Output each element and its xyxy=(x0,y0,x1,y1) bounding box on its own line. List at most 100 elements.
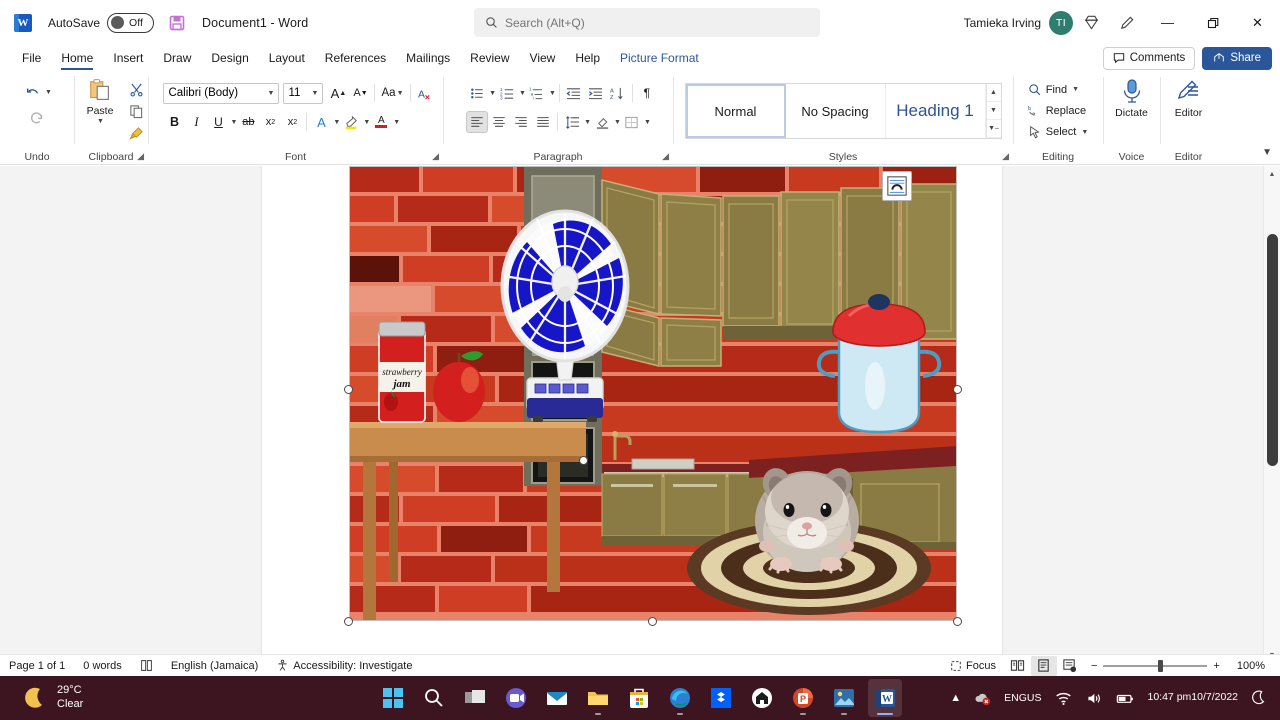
word-count[interactable]: 0 words xyxy=(74,655,131,677)
zoom-level[interactable]: 100% xyxy=(1228,655,1274,677)
superscript-button[interactable]: x2 xyxy=(281,111,303,133)
resize-handle-bottom-left[interactable] xyxy=(344,617,353,626)
tab-mailings[interactable]: Mailings xyxy=(396,45,460,71)
tab-file[interactable]: File xyxy=(12,45,51,71)
start-button[interactable] xyxy=(376,679,410,717)
underline-button[interactable]: U xyxy=(207,111,229,133)
borders-dropdown[interactable]: ▼ xyxy=(644,119,651,126)
zoom-out-button[interactable]: − xyxy=(1091,660,1097,672)
picture-kitchen-clipart[interactable]: strawberry jam xyxy=(344,166,962,626)
scissors-icon[interactable] xyxy=(125,78,147,100)
restore-button[interactable] xyxy=(1190,0,1235,45)
font-color-dropdown[interactable]: ▼ xyxy=(393,119,400,126)
subscript-button[interactable]: x2 xyxy=(259,111,281,133)
paintbrush-icon[interactable] xyxy=(125,122,147,144)
powerpoint-button[interactable]: P xyxy=(786,679,820,717)
multilevel-dropdown[interactable]: ▼ xyxy=(549,90,556,97)
highlight-dropdown[interactable]: ▼ xyxy=(363,119,370,126)
style-no-spacing[interactable]: No Spacing xyxy=(786,84,886,138)
document-page[interactable]: strawberry jam xyxy=(262,166,1002,658)
copy-icon[interactable] xyxy=(125,100,147,122)
justify-icon[interactable] xyxy=(532,111,554,133)
tray-chevron-up-icon[interactable]: ▲ xyxy=(945,681,966,715)
onedrive-paused-icon[interactable] xyxy=(969,681,996,715)
tab-draw[interactable]: Draw xyxy=(153,45,201,71)
store-button[interactable] xyxy=(622,679,656,717)
mail-button[interactable] xyxy=(540,679,574,717)
strikethrough-button[interactable]: ab xyxy=(237,111,259,133)
style-normal[interactable]: Normal xyxy=(685,84,786,138)
autosave-toggle[interactable]: Off xyxy=(107,12,155,33)
align-right-icon[interactable] xyxy=(510,111,532,133)
resize-handle-middle-right[interactable] xyxy=(953,385,962,394)
paragraph-dialog-launcher[interactable]: ◢ xyxy=(662,151,669,162)
show-marks-button[interactable]: ¶ xyxy=(636,82,658,104)
sort-az-icon[interactable]: AZ xyxy=(607,82,629,104)
tab-references[interactable]: References xyxy=(315,45,396,71)
font-size-dropdown[interactable]: ▼ xyxy=(312,90,319,97)
word-app-icon[interactable]: W xyxy=(14,13,32,32)
align-center-icon[interactable] xyxy=(488,111,510,133)
select-dropdown[interactable]: ▼ xyxy=(1081,129,1088,136)
page-indicator[interactable]: Page 1 of 1 xyxy=(0,655,74,677)
battery-icon[interactable] xyxy=(1110,681,1140,715)
close-button[interactable]: ✕ xyxy=(1235,0,1280,45)
bullet-list-icon[interactable] xyxy=(466,82,488,104)
decrease-indent-icon[interactable] xyxy=(563,82,585,104)
multilevel-list-icon[interactable]: 1ai xyxy=(526,82,548,104)
minimize-button[interactable]: — xyxy=(1145,0,1190,45)
teams-button[interactable] xyxy=(499,679,533,717)
edge-button[interactable] xyxy=(663,679,697,717)
taskbar-search-button[interactable] xyxy=(417,679,451,717)
styles-scroll-up[interactable]: ▲ xyxy=(986,84,1001,102)
line-spacing-icon[interactable] xyxy=(561,111,583,133)
highlight-button[interactable] xyxy=(340,111,362,133)
document-area[interactable]: strawberry jam xyxy=(0,166,1280,664)
align-left-icon[interactable] xyxy=(466,111,489,133)
resize-handle-inner[interactable] xyxy=(579,456,588,465)
diamond-icon[interactable] xyxy=(1073,3,1109,43)
text-effects-dropdown[interactable]: ▼ xyxy=(333,119,340,126)
resize-handle-middle-left[interactable] xyxy=(344,385,353,394)
accessibility-status[interactable]: Accessibility: Investigate xyxy=(267,655,421,677)
language-tray[interactable]: ENG US xyxy=(999,681,1046,715)
font-dialog-launcher[interactable]: ◢ xyxy=(432,151,439,162)
volume-icon[interactable] xyxy=(1080,681,1107,715)
underline-dropdown[interactable]: ▼ xyxy=(230,119,237,126)
increase-indent-icon[interactable] xyxy=(585,82,607,104)
proofing-icon[interactable] xyxy=(131,655,162,677)
clear-formatting-icon[interactable]: A xyxy=(414,82,436,104)
find-dropdown[interactable]: ▼ xyxy=(1072,86,1079,93)
shading-icon[interactable] xyxy=(591,111,613,133)
resize-handle-bottom-right[interactable] xyxy=(953,617,962,626)
bullets-dropdown[interactable]: ▼ xyxy=(489,90,496,97)
comments-button[interactable]: Comments xyxy=(1102,46,1196,70)
redo-arrow-icon[interactable] xyxy=(26,107,48,129)
ribbon-collapse-icon[interactable]: ▼ xyxy=(1262,147,1272,158)
layout-options-icon[interactable] xyxy=(882,171,912,201)
user-name[interactable]: Tamieka Irving xyxy=(964,16,1041,30)
tab-review[interactable]: Review xyxy=(460,45,519,71)
paste-dropdown[interactable]: ▼ xyxy=(97,118,104,125)
styles-dialog-launcher[interactable]: ◢ xyxy=(1002,151,1009,162)
tab-picture-format[interactable]: Picture Format xyxy=(610,45,709,71)
web-layout-button[interactable] xyxy=(1057,656,1083,676)
borders-icon[interactable] xyxy=(621,111,643,133)
zoom-thumb[interactable] xyxy=(1158,659,1164,672)
tab-design[interactable]: Design xyxy=(201,45,258,71)
scroll-up-arrow[interactable]: ▲ xyxy=(1264,166,1280,183)
italic-button[interactable]: I xyxy=(185,111,207,133)
scrollbar-thumb[interactable] xyxy=(1267,234,1278,466)
grammarly-button[interactable] xyxy=(745,679,779,717)
font-size-combo[interactable]: 11 ▼ xyxy=(283,82,324,104)
tab-layout[interactable]: Layout xyxy=(259,45,315,71)
find-button[interactable]: Find ▼ xyxy=(1023,79,1084,100)
weather-widget[interactable]: 29°C Clear xyxy=(22,684,83,712)
paste-button[interactable]: Paste ▼ xyxy=(75,75,125,125)
focus-button[interactable]: Focus xyxy=(941,655,1005,677)
numbered-list-icon[interactable]: 123 xyxy=(496,82,518,104)
notification-moon-icon[interactable] xyxy=(1246,681,1272,715)
styles-more-icon[interactable]: ▼– xyxy=(986,120,1001,138)
tab-insert[interactable]: Insert xyxy=(103,45,153,71)
replace-button[interactable]: bc Replace xyxy=(1023,100,1091,121)
